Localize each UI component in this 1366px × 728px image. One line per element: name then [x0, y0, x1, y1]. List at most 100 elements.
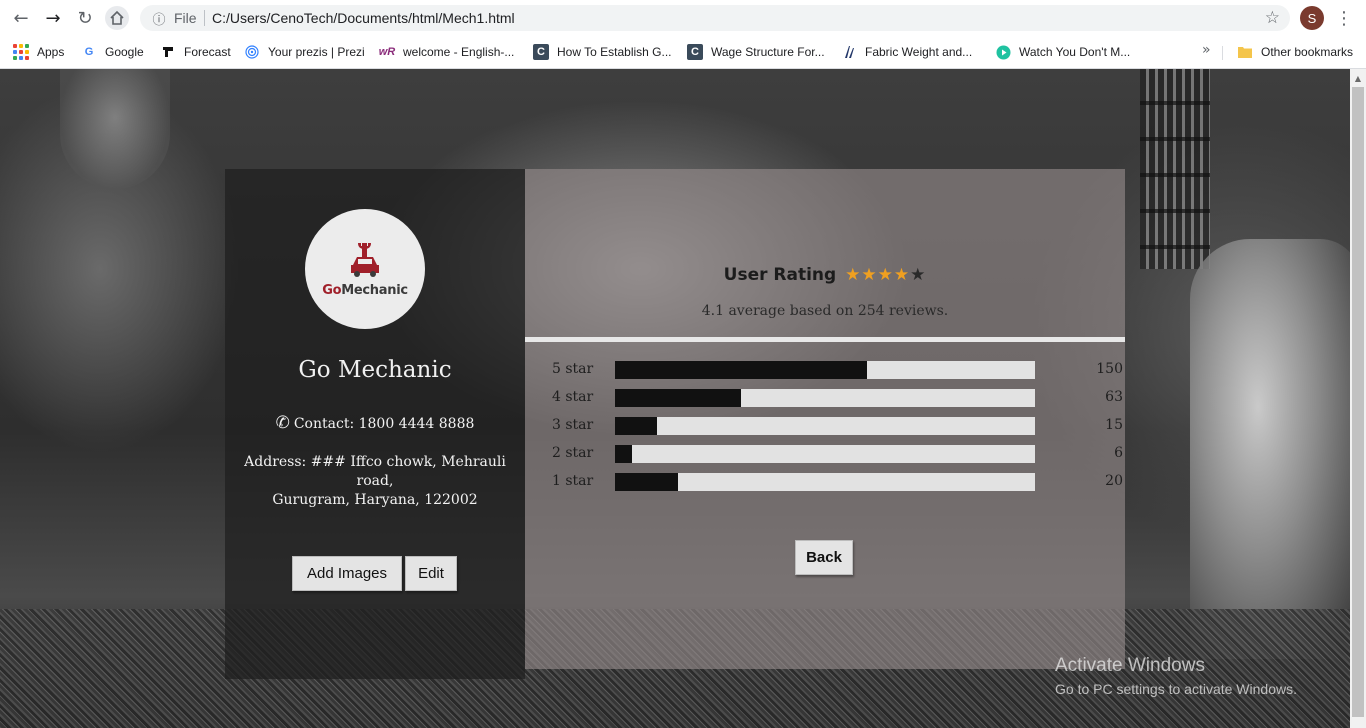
bookmark-label: Other bookmarks [1261, 45, 1354, 59]
bookmark-label: Fabric Weight and... [865, 45, 973, 59]
bookmark-watch[interactable]: Watch You Don't M... [995, 42, 1130, 62]
company-logo: GoMechanic [305, 209, 425, 329]
url-scheme: File [174, 10, 197, 26]
background-decor [1140, 69, 1210, 269]
browser-toolbar: ← → ↻ ⓘ File C:/Users/CenoTech/Documents… [0, 0, 1366, 36]
star-filled-icon: ★ [845, 265, 862, 285]
rating-bar-fill [615, 473, 678, 491]
rating-row: 2 star 6 [525, 445, 1125, 463]
forecast-icon [160, 44, 176, 60]
bookmark-label: Forecast [184, 45, 231, 59]
bookmark-prezi[interactable]: Your prezis | Prezi [244, 42, 365, 62]
rating-title: User Rating [723, 265, 837, 285]
contact-info: ✆ Contact: 1800 4444 8888 [225, 413, 525, 433]
watermark-subtitle: Go to PC settings to activate Windows. [1055, 681, 1297, 697]
rating-divider [525, 337, 1125, 342]
row-label: 3 star [552, 417, 594, 433]
rating-bar-fill [615, 417, 657, 435]
reload-icon[interactable]: ↻ [73, 6, 97, 30]
c-site-icon: C [533, 44, 549, 60]
star-empty-icon: ★ [910, 265, 927, 285]
address-line: Address: ### Iffco chowk, Mehrauli road, [244, 454, 506, 489]
bookmark-establish[interactable]: C How To Establish G... [533, 42, 672, 62]
address-bar[interactable]: ⓘ File C:/Users/CenoTech/Documents/html/… [140, 5, 1290, 31]
bookmark-label: How To Establish G... [557, 45, 672, 59]
add-images-button[interactable]: Add Images [292, 556, 402, 591]
rating-bar [615, 361, 1035, 379]
info-icon[interactable]: ⓘ [150, 9, 168, 28]
address-info: Address: ### Iffco chowk, Mehrauli road,… [235, 453, 515, 510]
bookmark-label: welcome - English-... [403, 45, 515, 59]
rating-row: 3 star 15 [525, 417, 1125, 435]
rating-row: 4 star 63 [525, 389, 1125, 407]
fabric-icon [841, 44, 857, 60]
wr-icon: wR [378, 46, 396, 58]
rating-summary: 4.1 average based on 254 reviews. [701, 303, 949, 319]
apps-grid-icon [13, 44, 29, 60]
bookmark-label: Wage Structure For... [711, 45, 825, 59]
scrollbar-thumb[interactable] [1352, 87, 1364, 717]
star-rating: ★★★★★ [845, 265, 926, 285]
bookmark-other[interactable]: Other bookmarks [1237, 42, 1353, 62]
address-line: Gurugram, Haryana, 122002 [272, 492, 478, 508]
rating-heading: User Rating ★★★★★ [525, 265, 1125, 285]
bookmark-wordreference[interactable]: wR welcome - English-... [378, 42, 515, 62]
logo-wordmark: GoMechanic [322, 282, 408, 298]
edit-button[interactable]: Edit [405, 556, 457, 591]
rating-bar-fill [615, 389, 741, 407]
row-count: 63 [1105, 389, 1123, 405]
vertical-scrollbar[interactable]: ▲ [1350, 69, 1366, 728]
rating-bar [615, 389, 1035, 407]
bookmark-label: Watch You Don't M... [1019, 45, 1131, 59]
row-label: 5 star [552, 361, 594, 377]
scroll-up-arrow-icon[interactable]: ▲ [1350, 71, 1366, 85]
more-menu-icon[interactable]: ⋮ [1334, 6, 1354, 30]
bookmark-apps[interactable]: Apps [13, 42, 64, 62]
bookmark-forecast[interactable]: Forecast [160, 42, 231, 62]
business-name: Go Mechanic [298, 357, 452, 383]
bookmark-google[interactable]: G Google [81, 42, 144, 62]
rating-bar-fill [615, 361, 867, 379]
bookmark-fabric[interactable]: Fabric Weight and... [841, 42, 972, 62]
background-decor [60, 69, 170, 189]
rating-bar [615, 417, 1035, 435]
back-button[interactable]: Back [795, 540, 853, 575]
row-label: 2 star [552, 445, 594, 461]
star-filled-icon: ★ [861, 265, 878, 285]
back-arrow-icon[interactable]: ← [9, 6, 33, 30]
forward-arrow-icon[interactable]: → [41, 6, 65, 30]
bookmarks-overflow-icon[interactable]: » [1202, 42, 1211, 58]
url-text[interactable]: C:/Users/CenoTech/Documents/html/Mech1.h… [212, 10, 515, 26]
watermark-title: Activate Windows [1055, 655, 1205, 676]
c-site-icon: C [687, 44, 703, 60]
google-icon: G [84, 46, 94, 58]
row-count: 150 [1096, 361, 1123, 377]
page-background: GoMechanic Go Mechanic ✆ Contact: 1800 44… [0, 69, 1350, 728]
activate-windows-watermark: Activate Windows Go to PC settings to ac… [1055, 655, 1297, 697]
rating-row: 1 star 20 [525, 473, 1125, 491]
bookmark-wage[interactable]: C Wage Structure For... [687, 42, 825, 62]
bookmark-star-icon[interactable]: ☆ [1265, 8, 1280, 28]
rating-row: 5 star 150 [525, 361, 1125, 379]
row-count: 15 [1105, 417, 1123, 433]
profile-avatar[interactable]: S [1300, 6, 1324, 30]
bookmark-label: Apps [37, 45, 65, 59]
home-icon[interactable] [105, 6, 129, 30]
bookmark-label: Google [105, 45, 144, 59]
bookmark-label: Your prezis | Prezi [268, 45, 365, 59]
wrench-car-icon [351, 242, 379, 277]
bookmarks-divider [1222, 46, 1223, 60]
phone-icon: ✆ [275, 413, 290, 433]
row-label: 4 star [552, 389, 594, 405]
bookmarks-bar: Apps G Google Forecast Your prezis | Pre… [0, 36, 1366, 69]
star-filled-icon: ★ [877, 265, 894, 285]
rating-card: User Rating ★★★★★ 4.1 average based on 2… [525, 169, 1125, 669]
profile-card: GoMechanic Go Mechanic ✆ Contact: 1800 44… [225, 169, 525, 679]
row-label: 1 star [552, 473, 594, 489]
rating-bar-fill [615, 445, 632, 463]
url-divider [204, 10, 205, 26]
rating-bar [615, 473, 1035, 491]
star-filled-icon: ★ [893, 265, 911, 285]
row-count: 20 [1105, 473, 1123, 489]
folder-icon [1237, 44, 1253, 60]
